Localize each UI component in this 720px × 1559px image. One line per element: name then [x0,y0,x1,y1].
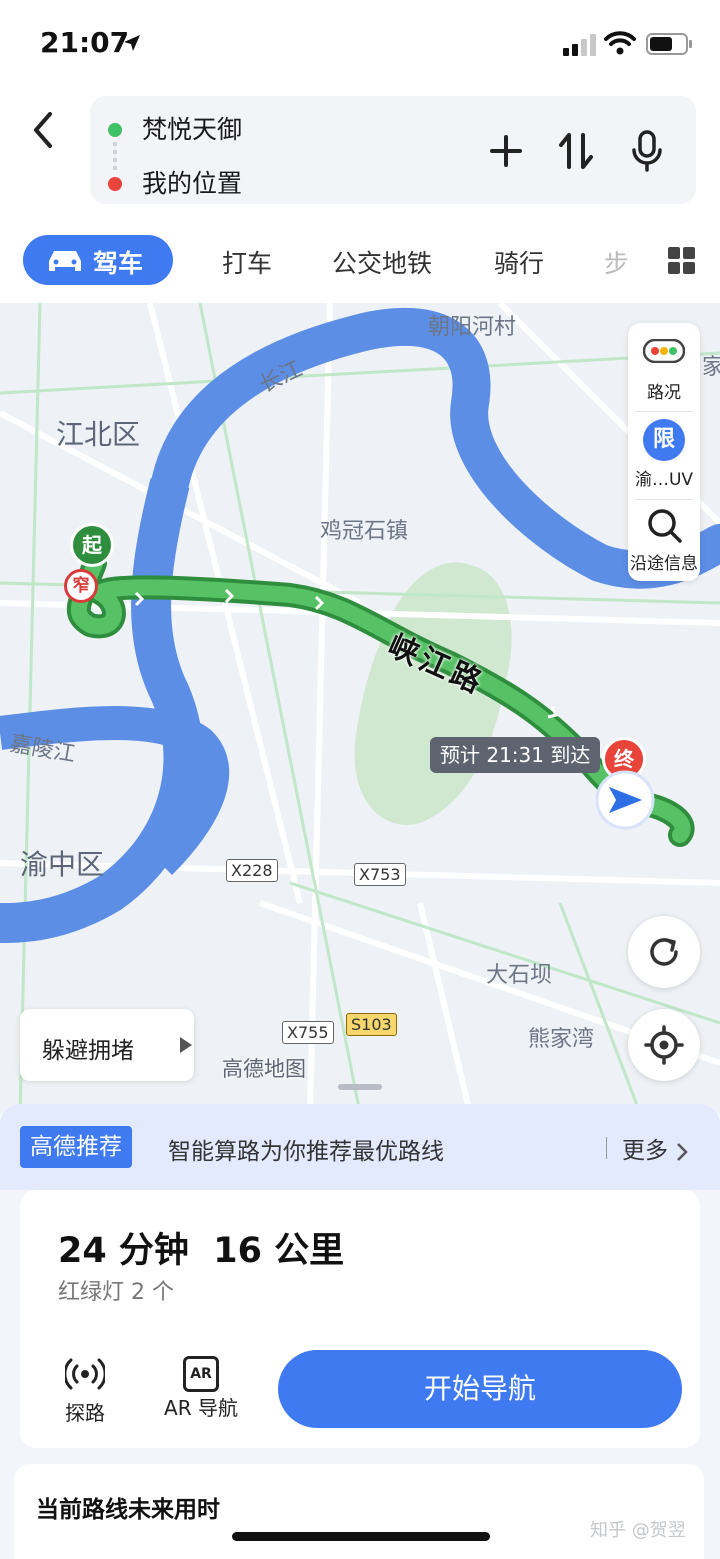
swap-icon[interactable] [556,129,596,173]
map-label-jiangbei: 江北区 [56,418,141,451]
home-indicator[interactable] [232,1532,490,1541]
destination-dot-icon [108,177,122,191]
refresh-button[interactable] [628,916,700,988]
side-divider-2 [636,499,692,500]
ar-icon-text: AR [190,1366,212,1382]
route-summary: 24 分钟 16 公里 [58,1222,344,1273]
map-label-xiongjia: 熊家湾 [528,1027,595,1052]
along-route-label[interactable]: 沿途信息 [628,549,700,574]
traffic-lights-count: 红绿灯 2 个 [58,1280,174,1305]
wifi-icon [604,31,636,55]
ar-icon: AR [183,1356,219,1392]
map-label-chaoyang: 朝阳河村 [428,315,517,340]
start-marker[interactable]: 起 [70,523,114,567]
locate-crosshair-icon [644,1025,684,1065]
refresh-icon [650,938,678,966]
transport-mode-tabs: 驾车 打车 公交地铁 骑行 步 [0,233,720,293]
traffic-light-icon[interactable] [643,339,685,363]
avoid-congestion-label: 躲避拥堵 [42,1038,134,1064]
more-routes-link[interactable]: 更多 [622,1131,689,1165]
recommend-bar: 高德推荐 智能算路为你推荐最优路线 更多 [0,1104,720,1190]
restriction-icon-label: 限 [652,427,675,452]
restriction-label[interactable]: 渝…UV [628,465,700,490]
bottom-sheet: 高德推荐 智能算路为你推荐最优路线 更多 24 分钟 16 公里 红绿灯 2 个… [0,1084,720,1559]
map-label-jiguan: 鸡冠石镇 [320,519,409,544]
start-navigation-button[interactable]: 开始导航 [278,1350,682,1428]
broadcast-icon [63,1358,107,1390]
route-distance: 16 公里 [213,1231,345,1271]
road-x753: X753 [354,863,406,886]
status-time: 21:07 [40,26,130,59]
route-input-box: 梵悦天御 我的位置 [90,96,696,204]
start-marker-label: 起 [82,533,102,557]
recommend-divider [606,1137,607,1159]
map-side-panel: 路况 限 渝…UV 沿途信息 [628,323,700,581]
avoid-congestion-button[interactable]: 躲避拥堵 [20,1009,194,1081]
status-bar: 21:07 [0,0,720,88]
end-marker-label: 终 [614,747,634,771]
microphone-icon[interactable] [627,129,667,173]
recommend-tag: 高德推荐 [20,1126,132,1168]
map-view[interactable]: 朝阳河村 长江 江北区 鸡冠石镇 嘉陵江 渝中区 大石坝 熊家湾 家 X228 … [0,303,720,1113]
cellular-signal-icon [563,34,596,56]
more-modes-grid-icon[interactable] [668,247,696,275]
route-plan-card[interactable]: 24 分钟 16 公里 红绿灯 2 个 探路 AR AR 导航 开始导航 [20,1190,700,1448]
map-provider-label: 高德地图 [222,1057,306,1081]
road-s103: S103 [346,1013,397,1036]
car-icon [49,251,81,271]
destination-field[interactable]: 我的位置 [142,164,242,200]
ar-navigation-label: AR 导航 [164,1396,238,1420]
map-label-yuzhong: 渝中区 [20,848,105,881]
route-duration: 24 分钟 [58,1231,189,1271]
chevron-right-icon [677,1142,689,1161]
road-x228: X228 [226,859,278,882]
current-location-arrow-icon [595,770,655,830]
route-header: 梵悦天御 我的位置 驾车 打车 公交地铁 骑行 步 [0,88,720,303]
location-arrow-icon [124,35,140,51]
future-time-title: 当前路线未来用时 [36,1497,220,1523]
origin-dot-icon [108,123,122,137]
future-time-card[interactable]: 当前路线未来用时 [14,1464,704,1559]
ar-navigation-button[interactable]: AR AR 导航 [156,1356,246,1421]
map-label-jia: 家 [702,355,720,380]
tab-walk[interactable]: 步 [604,244,629,280]
route-connector [113,142,117,170]
map-label-dashiba: 大石坝 [486,963,553,988]
sheet-drag-handle[interactable] [338,1084,382,1090]
explore-road-button[interactable]: 探路 [40,1356,130,1426]
narrow-road-marker[interactable]: 窄 [64,569,98,603]
add-stop-icon[interactable] [486,129,526,173]
explore-road-label: 探路 [65,1401,105,1425]
narrow-road-label: 窄 [72,576,90,596]
traffic-label[interactable]: 路况 [628,378,700,403]
side-divider [636,411,692,412]
search-icon[interactable] [646,507,684,545]
recommend-text: 智能算路为你推荐最优路线 [168,1139,444,1165]
watermark: 知乎 @贺翌 [590,1520,686,1541]
tab-drive[interactable]: 驾车 [23,235,173,285]
more-routes-label: 更多 [622,1138,668,1164]
play-triangle-icon [180,1037,192,1053]
eta-tooltip: 预计 21:31 到达 [430,737,601,773]
road-x755: X755 [282,1021,334,1044]
tab-taxi[interactable]: 打车 [222,244,272,280]
restriction-icon[interactable]: 限 [643,419,685,461]
tab-transit[interactable]: 公交地铁 [332,244,432,280]
back-arrow-icon[interactable] [24,108,64,152]
tab-drive-label: 驾车 [93,249,144,278]
battery-icon [646,33,692,55]
tab-cycling[interactable]: 骑行 [494,244,544,280]
origin-field[interactable]: 梵悦天御 [142,110,242,146]
locate-button[interactable] [628,1009,700,1081]
